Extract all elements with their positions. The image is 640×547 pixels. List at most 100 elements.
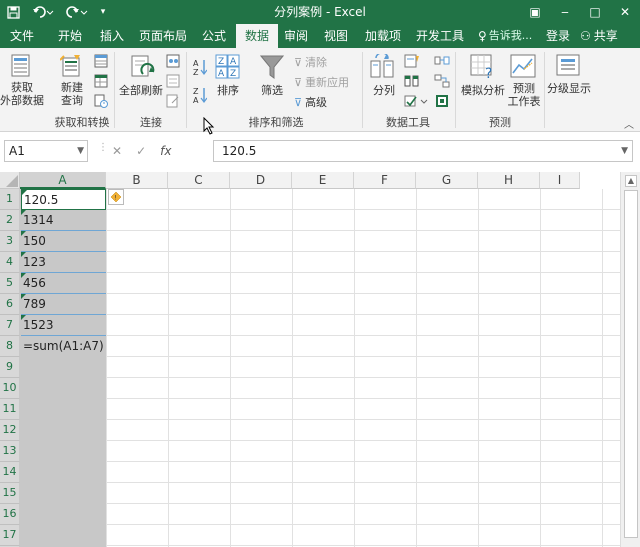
sort-descending-icon[interactable]: ZA [193, 86, 208, 107]
row-header[interactable]: 2 [0, 210, 20, 231]
cell-a1[interactable]: 120.5 [21, 189, 106, 210]
maximize-button[interactable]: □ [580, 0, 610, 24]
collapse-ribbon-icon[interactable]: ︿ [624, 116, 634, 131]
remove-duplicates-icon[interactable] [404, 74, 420, 91]
insert-function-button[interactable]: fx [160, 144, 171, 158]
expand-formula-bar-icon[interactable]: ▼ [621, 141, 628, 161]
enter-formula-button[interactable]: ✓ [136, 144, 146, 158]
group-label-data-tools: 数据工具 [386, 116, 430, 129]
minimize-button[interactable]: ‒ [550, 0, 580, 24]
refresh-all-button[interactable]: 全部刷新 [118, 84, 164, 97]
flash-fill-icon[interactable] [404, 54, 420, 71]
select-all-corner[interactable] [0, 172, 20, 189]
sort-button[interactable]: 排序 [212, 84, 244, 97]
row-header[interactable]: 9 [0, 357, 20, 378]
tab-addins[interactable]: 加载项 [360, 24, 406, 48]
column-header[interactable]: E [292, 172, 354, 189]
column-header[interactable]: C [168, 172, 230, 189]
scroll-thumb[interactable] [624, 190, 638, 538]
row-header[interactable]: 15 [0, 483, 20, 504]
tab-view[interactable]: 视图 [320, 24, 352, 48]
column-header[interactable]: H [478, 172, 540, 189]
svg-text:A: A [218, 69, 225, 79]
row-header[interactable]: 17 [0, 525, 20, 546]
reapply-icon: ⊽ [294, 75, 303, 89]
column-header[interactable]: B [106, 172, 168, 189]
column-header[interactable]: F [354, 172, 416, 189]
row-header[interactable]: 5 [0, 273, 20, 294]
formula-input[interactable]: 120.5 ▼ [213, 140, 633, 162]
chevron-down-icon[interactable]: ▼ [77, 141, 84, 161]
text-to-columns-button[interactable]: 分列 [366, 84, 402, 97]
scroll-up-icon[interactable]: ▲ [625, 175, 637, 187]
new-query-button[interactable]: 新建 查询 [52, 81, 92, 107]
save-icon[interactable] [0, 0, 26, 24]
consolidate-icon[interactable] [434, 54, 450, 71]
relationships-icon[interactable] [434, 74, 450, 91]
cell-a4[interactable]: 123 [21, 252, 106, 273]
close-button[interactable]: ✕ [610, 0, 640, 24]
ribbon-display-options-button[interactable]: ▣ [520, 0, 550, 24]
filter-button[interactable]: 筛选 [254, 84, 290, 97]
recent-sources-icon[interactable] [94, 94, 108, 111]
edit-links-icon[interactable] [166, 94, 180, 111]
sort-ascending-icon[interactable]: AZ [193, 58, 208, 79]
clear-filter-button[interactable]: ⊽ 清除 [294, 54, 327, 70]
get-external-data-button[interactable]: 获取 外部数据 [0, 81, 44, 107]
tab-review[interactable]: 审阅 [280, 24, 312, 48]
row-header[interactable]: 10 [0, 378, 20, 399]
row-header[interactable]: 7 [0, 315, 20, 336]
row-header[interactable]: 16 [0, 504, 20, 525]
share-button[interactable]: ⚇ 共享 [580, 24, 618, 48]
row-header[interactable]: 4 [0, 252, 20, 273]
outline-button[interactable]: 分级显示 [546, 82, 592, 95]
cell-a3[interactable]: 150 [21, 231, 106, 252]
row-header[interactable]: 6 [0, 294, 20, 315]
row-header[interactable]: 12 [0, 420, 20, 441]
row-header[interactable]: 8 [0, 336, 20, 357]
what-if-analysis-button[interactable]: 模拟分析 [458, 84, 508, 97]
column-header[interactable]: D [230, 172, 292, 189]
row-header[interactable]: 14 [0, 462, 20, 483]
tab-insert[interactable]: 插入 [96, 24, 128, 48]
cell-a8[interactable]: =sum(A1:A7) [21, 336, 106, 357]
tab-home[interactable]: 开始 [52, 24, 88, 48]
reapply-button[interactable]: ⊽ 重新应用 [294, 74, 349, 90]
cancel-formula-button[interactable]: ✕ [112, 144, 122, 158]
properties-icon[interactable] [166, 74, 180, 91]
tab-data[interactable]: 数据 [236, 24, 278, 48]
name-box[interactable]: A1 ▼ [4, 140, 88, 162]
redo-icon[interactable] [60, 0, 94, 24]
cell-a5[interactable]: 456 [21, 273, 106, 294]
ribbon: 获取 外部数据 新建 查询 获取和转换 全部刷新 连接 AZ ZA ZAAZ 排… [0, 48, 640, 132]
customize-qat-icon[interactable]: ▾ [94, 0, 112, 24]
column-header[interactable]: G [416, 172, 478, 189]
vertical-scrollbar[interactable]: ▲ [620, 172, 640, 547]
error-check-flag-icon[interactable]: ! [108, 189, 124, 205]
tab-formulas[interactable]: 公式 [196, 24, 232, 48]
row-header[interactable]: 3 [0, 231, 20, 252]
tab-file[interactable]: 文件 [4, 24, 40, 48]
row-header[interactable]: 11 [0, 399, 20, 420]
manage-data-model-icon[interactable] [434, 94, 450, 111]
from-table-icon[interactable] [94, 74, 108, 91]
undo-icon[interactable] [26, 0, 60, 24]
cell-a2[interactable]: 1314 [21, 210, 106, 231]
login-link[interactable]: 登录 [546, 24, 570, 48]
show-queries-icon[interactable] [94, 54, 108, 71]
tab-page-layout[interactable]: 页面布局 [136, 24, 190, 48]
row-header[interactable]: 13 [0, 441, 20, 462]
forecast-sheet-button[interactable]: 预测 工作表 [506, 82, 542, 108]
advanced-filter-button[interactable]: ⊽ 高级 [294, 94, 327, 110]
worksheet-grid[interactable]: ABCDEFGHI 123456789101112131415161718 12… [0, 172, 640, 547]
column-header[interactable]: I [540, 172, 580, 189]
cell-a6[interactable]: 789 [21, 294, 106, 315]
tell-me-box[interactable]: ♀ 告诉我... [478, 24, 532, 48]
connections-icon[interactable] [166, 54, 180, 71]
tab-developer[interactable]: 开发工具 [414, 24, 466, 48]
column-header[interactable]: A [20, 172, 106, 189]
row-header[interactable]: 1 [0, 189, 20, 210]
cell-a7[interactable]: 1523 [21, 315, 106, 336]
data-validation-icon[interactable] [404, 94, 428, 111]
clear-filter-label: 清除 [305, 56, 328, 69]
